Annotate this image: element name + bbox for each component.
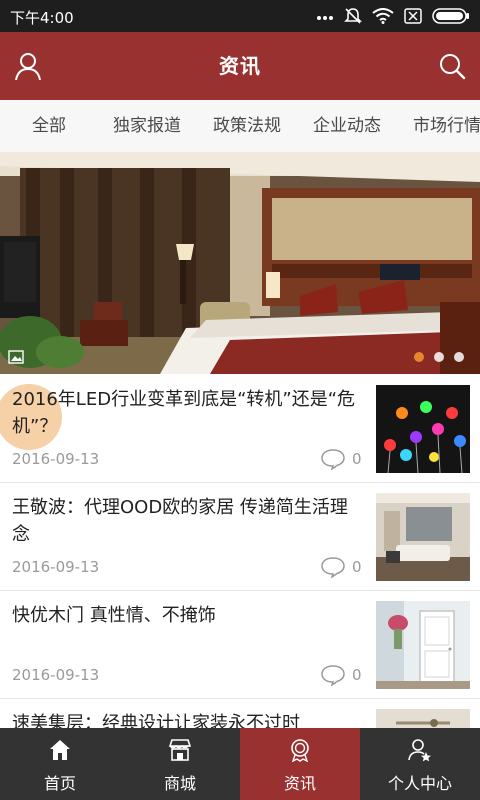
tab-all[interactable]: 全部	[32, 100, 66, 152]
category-tabs: 全部 独家报道 政策法规 企业动态 市场行情	[0, 100, 480, 153]
nav-label: 个人中心	[387, 774, 452, 793]
banner-carousel[interactable]	[0, 152, 480, 374]
news-item[interactable]: 2016年LED行业变革到底是“转机”还是“危机”？ 2016-09-13 0	[0, 374, 480, 483]
nav-label: 首页	[43, 774, 76, 793]
tab-company-news[interactable]: 企业动态	[313, 100, 381, 152]
comment-count-value: 0	[352, 450, 362, 468]
news-date: 2016-09-13	[12, 450, 100, 468]
carousel-dot[interactable]	[434, 352, 444, 362]
news-thumbnail	[376, 601, 470, 689]
home-icon	[50, 740, 70, 760]
image-icon	[8, 350, 24, 364]
search-button[interactable]	[436, 50, 468, 82]
comment-count: 0	[320, 448, 362, 470]
led-lights-image	[376, 385, 470, 473]
comment-count-value: 0	[352, 666, 362, 684]
status-icons	[316, 4, 470, 28]
wifi-icon	[372, 8, 394, 24]
banner-image	[0, 152, 480, 374]
nav-label: 商城	[163, 774, 196, 793]
ceiling-fan-image	[376, 709, 470, 728]
comment-icon	[321, 557, 345, 578]
nav-home[interactable]: 首页	[0, 728, 120, 800]
status-time: 下午4:00	[10, 9, 74, 27]
notifications-off-icon	[344, 8, 362, 24]
news-item[interactable]: 快优木门 真性情、不掩饰 2016-09-13 0	[0, 590, 480, 699]
news-thumbnail	[376, 493, 470, 581]
living-room-image	[376, 493, 470, 581]
carousel-dot[interactable]	[414, 352, 424, 362]
nav-store[interactable]: 商城	[120, 728, 240, 800]
no-sim-icon	[404, 8, 422, 24]
news-date: 2016-09-13	[12, 558, 100, 576]
carousel-dot[interactable]	[454, 352, 464, 362]
news-title: 王敬波：代理OOD欧的家居 传递简生活理念	[12, 497, 348, 545]
battery-icon	[432, 8, 469, 24]
comment-count: 0	[320, 664, 362, 686]
app-header: 资讯	[0, 32, 480, 100]
tab-policies-regulations[interactable]: 政策法规	[213, 100, 281, 152]
nav-news[interactable]: 资讯	[240, 728, 360, 800]
tab-market-quotes[interactable]: 市场行情	[413, 100, 480, 152]
news-badge-icon	[291, 739, 309, 762]
store-icon	[168, 739, 192, 761]
tab-exclusive-reports[interactable]: 独家报道	[113, 100, 181, 152]
page-title: 资讯	[219, 54, 261, 78]
more-dots-icon	[317, 16, 333, 20]
news-list: 2016年LED行业变革到底是“转机”还是“危机”？ 2016-09-13 0 …	[0, 374, 480, 728]
news-title: 快优木门 真性情、不掩饰	[12, 605, 216, 626]
carousel-indicators	[414, 352, 464, 362]
white-door-image	[376, 601, 470, 689]
news-item[interactable]: 速美集层：经典设计让家装永不过时	[0, 698, 480, 728]
news-title: 速美集层：经典设计让家装永不过时	[12, 713, 300, 728]
nav-profile[interactable]: 个人中心	[360, 728, 480, 800]
comment-icon	[321, 665, 345, 686]
status-bar: 下午4:00	[0, 0, 480, 32]
bottom-tab-bar: 首页 商城 资讯 个人中心	[0, 728, 480, 800]
search-icon	[440, 54, 466, 80]
news-thumbnail	[376, 385, 470, 473]
news-title: 2016年LED行业变革到底是“转机”还是“危机”？	[12, 389, 356, 437]
nav-label: 资讯	[283, 774, 316, 793]
news-date: 2016-09-13	[12, 666, 100, 684]
comment-count-value: 0	[352, 558, 362, 576]
news-item[interactable]: 王敬波：代理OOD欧的家居 传递简生活理念 2016-09-13 0	[0, 482, 480, 591]
news-thumbnail	[376, 709, 470, 728]
user-star-icon	[408, 739, 431, 762]
comment-count: 0	[320, 556, 362, 578]
comment-icon	[321, 449, 345, 470]
